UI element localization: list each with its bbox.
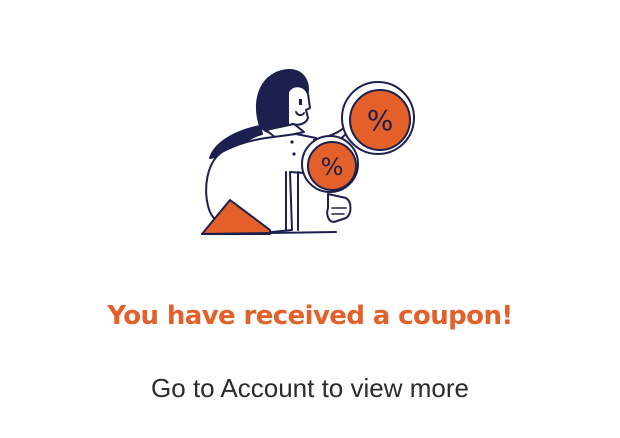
coupon-person-icon: % %	[201, 68, 415, 235]
coupon-title: You have received a coupon!	[107, 301, 513, 331]
small-badge-percent: %	[321, 153, 344, 181]
coupon-subtitle: Go to Account to view more	[151, 373, 469, 403]
coupon-illustration: % %	[196, 62, 426, 242]
large-badge-percent: %	[367, 104, 394, 137]
